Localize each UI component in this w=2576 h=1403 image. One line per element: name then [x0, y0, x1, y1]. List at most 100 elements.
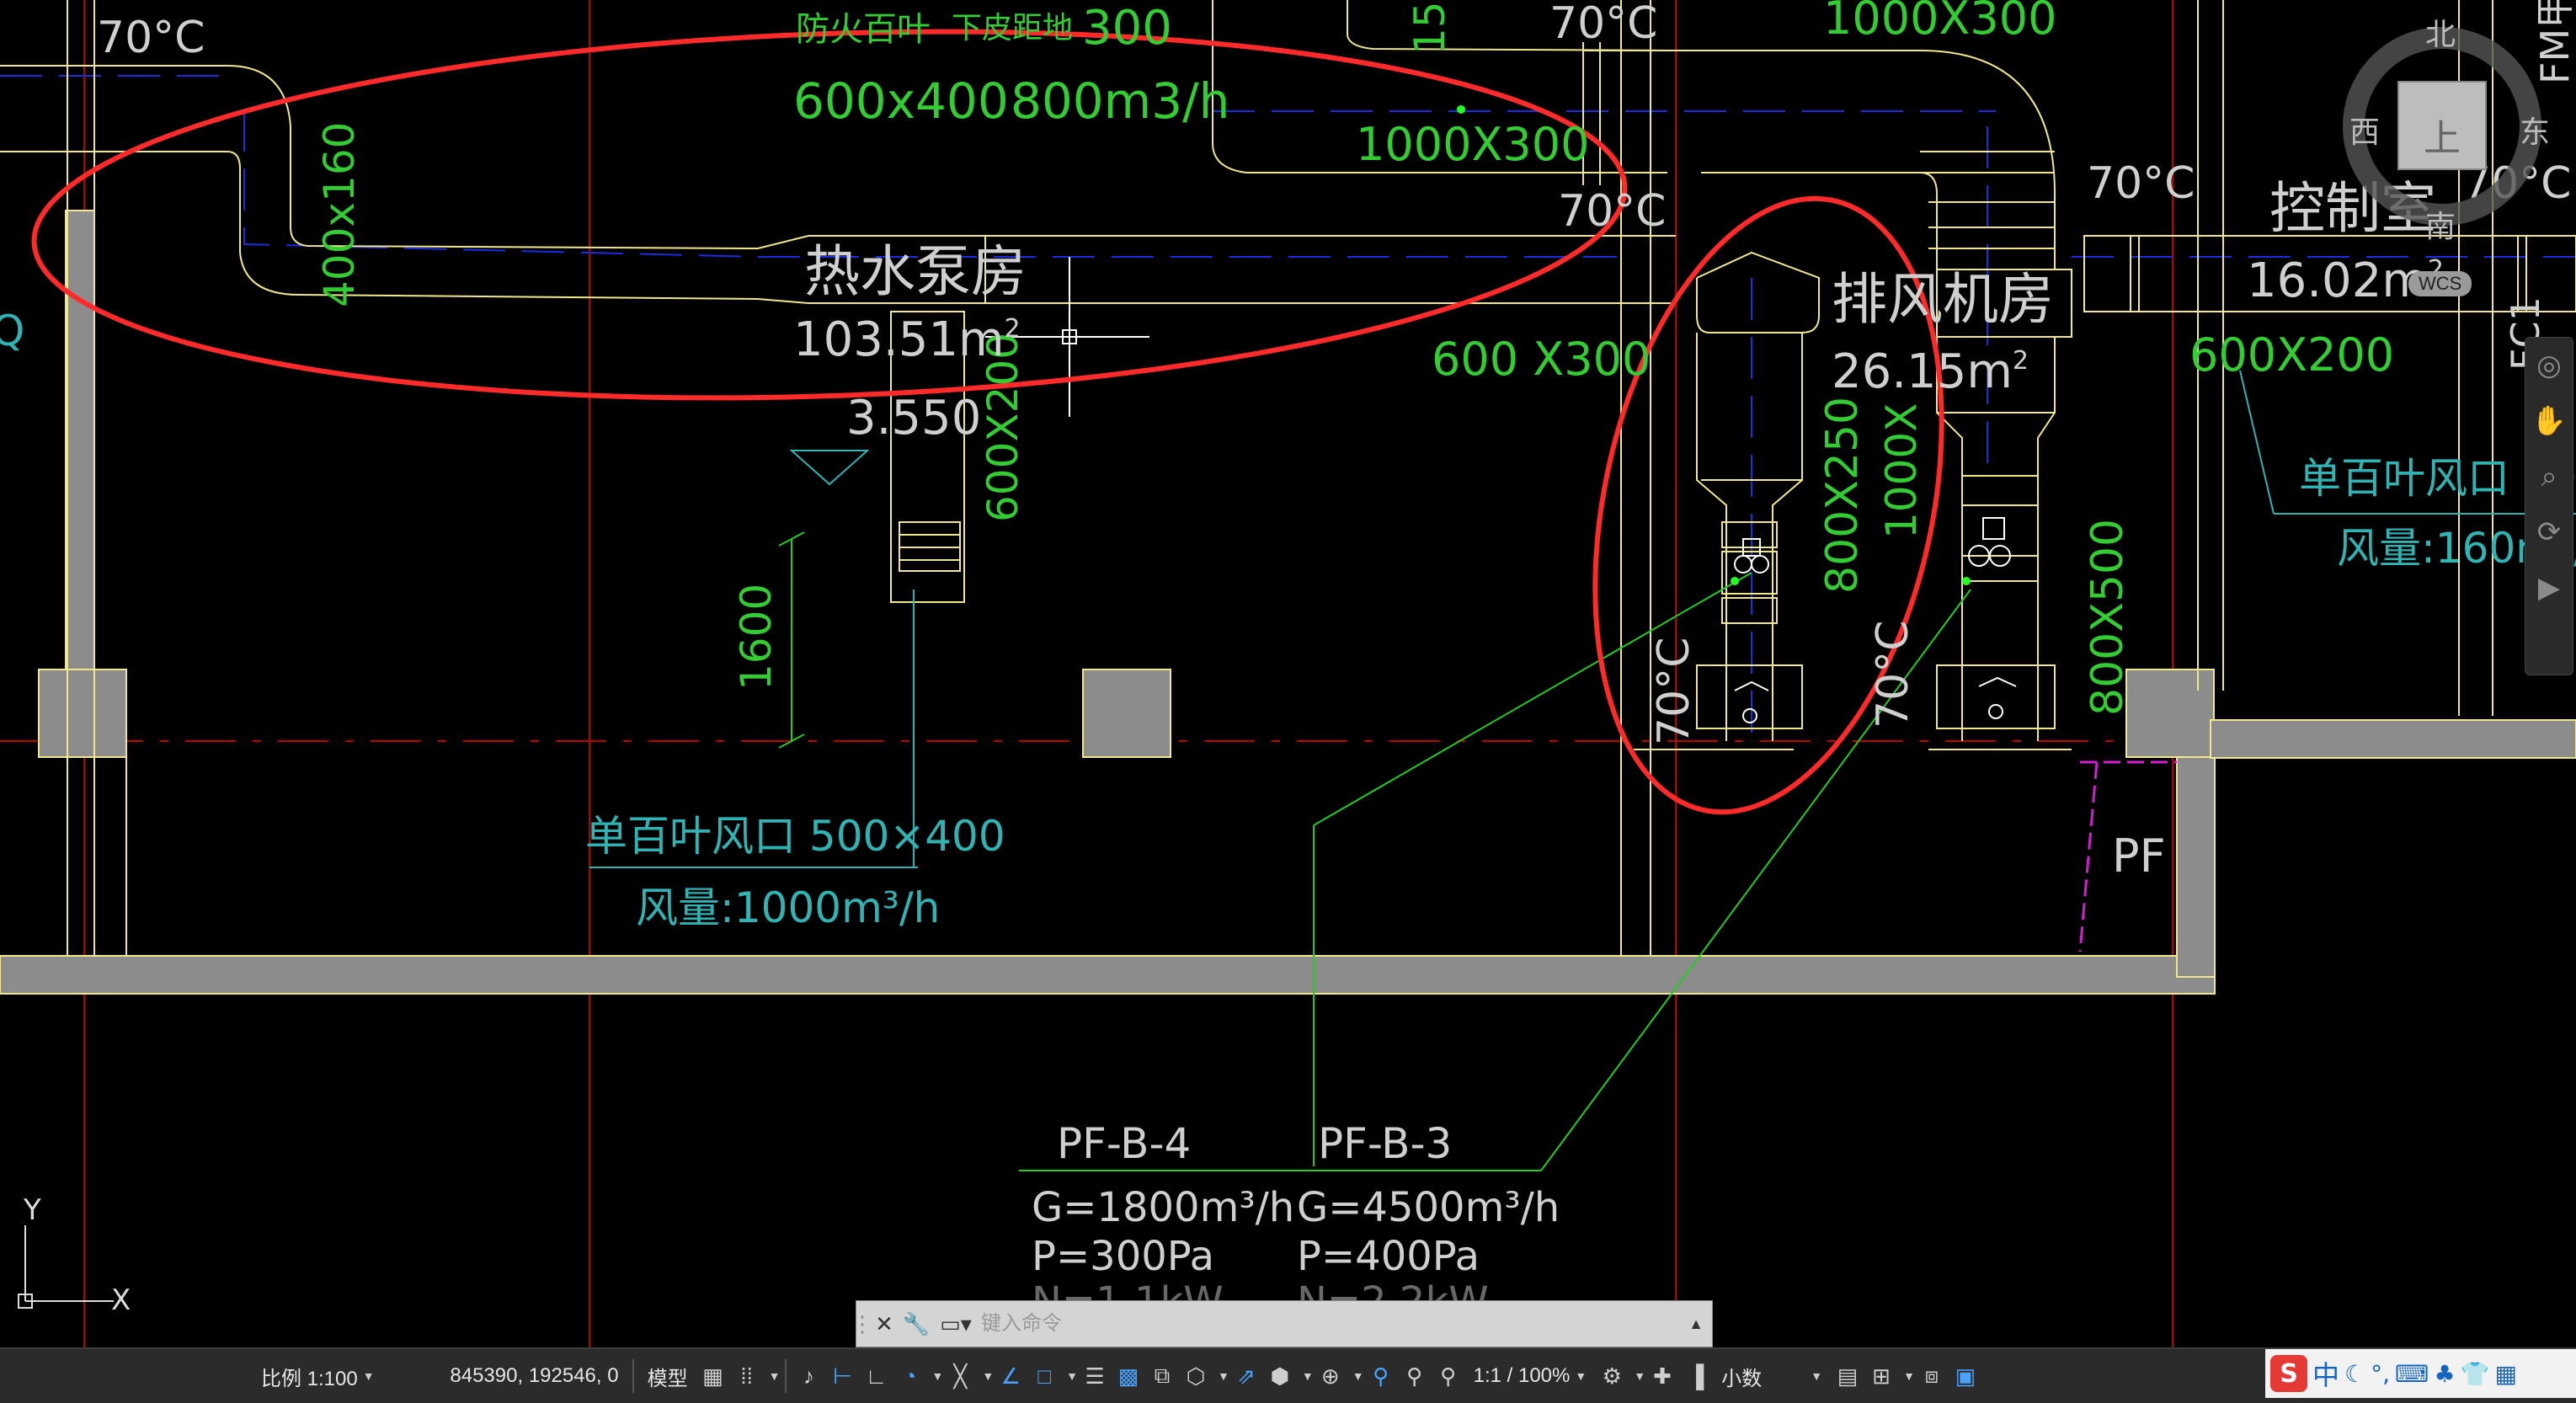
keyboard-icon[interactable]: ⌨: [2395, 1360, 2429, 1388]
ortho-icon[interactable]: ∟: [859, 1358, 893, 1395]
scale-dropdown[interactable]: 比例 1:100 ▼: [253, 1354, 383, 1398]
coordinates-text: 845390, 192546, 0: [450, 1364, 619, 1387]
temp-label: 70°C: [97, 13, 205, 63]
gizmo-icon[interactable]: ⊕: [1314, 1358, 1347, 1395]
temp-label: 70°C: [1868, 621, 1918, 728]
isolate-objects-icon[interactable]: ⧈: [1915, 1358, 1949, 1395]
skin-shirt-icon[interactable]: 👕: [2461, 1360, 2490, 1388]
command-history-icon[interactable]: ▲: [1680, 1301, 1712, 1347]
grip-icon[interactable]: ⋮: [851, 1301, 873, 1347]
viewcube-top-face[interactable]: 上: [2424, 108, 2461, 162]
chevron-down-icon[interactable]: ▼: [1634, 1369, 1645, 1383]
selection-cycling-icon[interactable]: ⧉: [1145, 1358, 1179, 1395]
viewcube-south[interactable]: 南: [2425, 202, 2456, 246]
viewcube-east[interactable]: 东: [2520, 108, 2550, 152]
model-label: 模型: [647, 1367, 688, 1390]
room-name: 热水泵房: [804, 239, 1027, 304]
zoom-icon[interactable]: ⌕: [2525, 449, 2573, 504]
gear-icon[interactable]: ⚙: [1595, 1358, 1629, 1395]
grid-icon[interactable]: ▦: [696, 1358, 730, 1395]
quick-properties-icon[interactable]: ▐: [1679, 1358, 1713, 1395]
polar-tracking-icon[interactable]: ◔: [893, 1358, 926, 1395]
plus-icon[interactable]: ✚: [1645, 1358, 1679, 1395]
annotation-scale-icon[interactable]: ⚲: [1432, 1358, 1465, 1395]
selection-filter-icon[interactable]: ⬢: [1263, 1358, 1297, 1395]
moon-icon[interactable]: ☾: [2344, 1360, 2365, 1388]
lineweight-icon[interactable]: ☰: [1078, 1358, 1112, 1395]
coordinates-readout[interactable]: 845390, 192546, 0: [383, 1354, 627, 1398]
room-name: 排风机房: [1832, 267, 2054, 332]
calculator-icon[interactable]: ▤: [1831, 1358, 1864, 1395]
chevron-down-icon: ▼: [1811, 1369, 1823, 1383]
duct-size-label: 800X500: [2083, 519, 2133, 716]
chevron-down-icon[interactable]: ▼: [1066, 1369, 1078, 1383]
auto-scale-icon[interactable]: ⚲: [1398, 1358, 1432, 1395]
temp-label: 70°C: [1549, 0, 1657, 49]
chevron-down-icon[interactable]: ▼: [769, 1369, 781, 1383]
duct-size-label: 1000X300: [1823, 0, 2057, 45]
drawing-canvas[interactable]: 70°C 70°C 70°C 70°C 70°C 70°C 70°C 防火百叶 …: [0, 0, 2576, 1347]
viewcube-west[interactable]: 西: [2349, 108, 2380, 152]
showmotion-icon[interactable]: ▶: [2525, 560, 2573, 616]
punctuation-icon[interactable]: °,: [2371, 1360, 2390, 1388]
dynamic-input-icon[interactable]: ⊢: [825, 1358, 859, 1395]
duct-size-label: 600 X300: [1432, 333, 1651, 386]
customize-wrench-icon[interactable]: 🔧: [900, 1301, 932, 1347]
fan-airflow: G=1800m³/h: [1032, 1184, 1294, 1231]
orbit-icon[interactable]: ⟳: [2525, 504, 2573, 560]
louver-airflow: 风量:1000m³/h: [636, 883, 940, 932]
chevron-down-icon[interactable]: ▼: [1352, 1369, 1364, 1383]
snap-icon[interactable]: ⁞⁞: [730, 1358, 764, 1395]
model-space-button[interactable]: 模型: [639, 1354, 696, 1398]
duct-size-label: 1000X300: [1356, 118, 1590, 171]
annotation-visibility-icon[interactable]: ⚲: [1364, 1358, 1398, 1395]
navigation-bar[interactable]: ◎ ✋ ⌕ ⟳ ▶: [2525, 337, 2573, 675]
viewcube[interactable]: 北 西 东 南 上 WCS: [2341, 0, 2576, 296]
3d-object-snap-icon[interactable]: ⬡: [1179, 1358, 1213, 1395]
transparency-icon[interactable]: ▩: [1112, 1358, 1145, 1395]
hardware-acceleration-icon[interactable]: ▣: [1949, 1358, 1982, 1395]
chevron-down-icon[interactable]: ▼: [1302, 1369, 1314, 1383]
louver-title: 单百叶风口 500×400: [585, 812, 1005, 861]
units-dropdown[interactable]: 小数 ▼: [1713, 1354, 1831, 1398]
isodraft-icon[interactable]: ╳: [943, 1358, 977, 1395]
command-prompt-icon[interactable]: ▭▾: [932, 1301, 979, 1347]
separator: [785, 1359, 787, 1393]
ime-toolbar[interactable]: S 中 ☾ °, ⌨ ♣ 👕 ▦: [2265, 1349, 2576, 1398]
ucs-y-label: Y: [23, 1193, 41, 1227]
workspace-icon[interactable]: ⊞: [1864, 1358, 1898, 1395]
voice-icon[interactable]: ♣: [2434, 1360, 2455, 1388]
chevron-down-icon[interactable]: ▼: [1218, 1369, 1229, 1383]
annotation-scale-dropdown[interactable]: 1:1 / 100% ▼: [1465, 1354, 1596, 1398]
infer-constraints-icon[interactable]: ♪: [792, 1358, 825, 1395]
duct-size-label: 300: [1082, 1, 1172, 56]
duct-size-label: 400x160: [315, 122, 364, 307]
object-snap-tracking-icon[interactable]: ∠: [994, 1358, 1027, 1395]
command-line[interactable]: ⋮ ✕ 🔧 ▭▾ ▲: [851, 1300, 1713, 1347]
close-icon[interactable]: ✕: [868, 1301, 900, 1347]
fan-airflow: G=4500m³/h: [1297, 1184, 1560, 1231]
chevron-down-icon: ▼: [1575, 1369, 1587, 1383]
toolbox-icon[interactable]: ▦: [2494, 1360, 2516, 1388]
sogou-logo-icon[interactable]: S: [2270, 1355, 2307, 1392]
viewcube-north[interactable]: 北: [2425, 10, 2456, 54]
pan-icon[interactable]: ✋: [2525, 393, 2573, 449]
level-mark: 3.550: [846, 391, 981, 445]
chevron-down-icon[interactable]: ▼: [1903, 1369, 1915, 1383]
chevron-down-icon[interactable]: ▼: [931, 1369, 943, 1383]
ime-language[interactable]: 中: [2312, 1354, 2339, 1393]
duct-size-label: 800m3/h: [1011, 72, 1229, 130]
command-input[interactable]: [979, 1304, 1680, 1343]
dynamic-ucs-icon[interactable]: ⇗: [1229, 1358, 1263, 1395]
chevron-down-icon[interactable]: ▼: [982, 1369, 994, 1383]
wcs-menu[interactable]: WCS: [2408, 271, 2472, 296]
layout-tabs-area: [0, 1354, 253, 1398]
object-snap-icon[interactable]: □: [1027, 1358, 1061, 1395]
status-bar: 比例 1:100 ▼ 845390, 192546, 0 模型 ▦ ⁞⁞ ▼ ♪ ⊢…: [0, 1347, 2576, 1403]
fan-tag: PF-B-4: [1057, 1119, 1191, 1168]
scale-label: 比例 1:100: [261, 1367, 358, 1390]
temp-label: 70°C: [1558, 186, 1666, 237]
chevron-down-icon: ▼: [362, 1369, 375, 1383]
duct-size-label: 800X250: [1817, 397, 1868, 594]
steering-wheel-icon[interactable]: ◎: [2525, 338, 2573, 393]
